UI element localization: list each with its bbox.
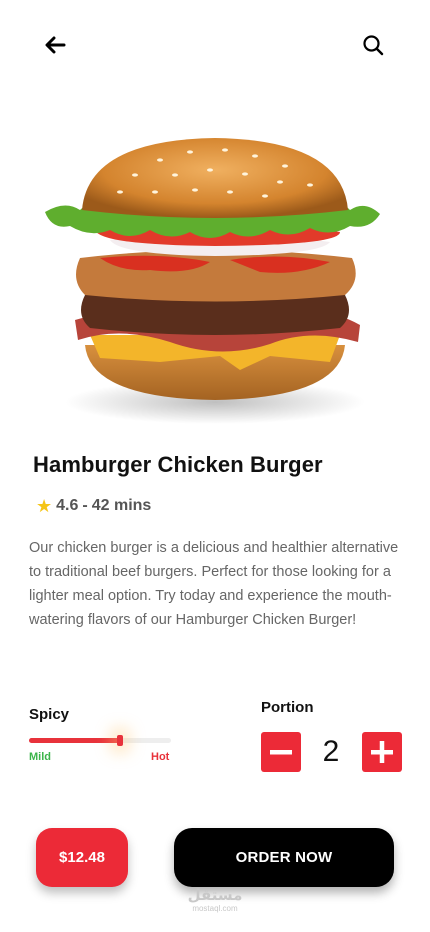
rating-value: 4.6 [56,497,79,514]
spicy-slider[interactable] [29,733,171,749]
slider-thumb[interactable] [117,735,123,746]
back-button[interactable] [40,30,70,60]
top-bar [0,0,430,90]
arrow-left-icon [45,36,66,54]
burger-image [40,130,390,450]
product-description: Our chicken burger is a delicious and he… [29,540,399,628]
watermark-url: mostaql.com [192,904,238,913]
plus-icon [371,741,393,763]
price-button[interactable]: $12.48 [36,828,128,887]
decrease-portion-button[interactable] [261,732,301,772]
portion-label: Portion [261,699,314,716]
portion-value: 2 [322,735,340,768]
increase-portion-button[interactable] [362,732,402,772]
search-icon [363,35,384,56]
watermark-logo: مستقل mostaql.com [180,887,250,914]
slider-fill [29,738,120,743]
spicy-max-label: Hot [151,751,170,763]
spicy-label: Spicy [29,706,70,723]
order-now-button[interactable]: ORDER NOW [174,828,394,887]
star-icon: ★ [36,496,53,516]
meta-separator: - [82,497,88,514]
prep-time: 42 mins [91,497,152,514]
minus-icon [270,750,292,755]
watermark-text: مستقل [187,887,243,904]
search-button[interactable] [358,30,388,60]
spicy-min-label: Mild [29,751,51,763]
product-meta: ★ 4.6 - 42 mins [36,497,151,515]
product-title: Hamburger Chicken Burger [33,452,323,477]
